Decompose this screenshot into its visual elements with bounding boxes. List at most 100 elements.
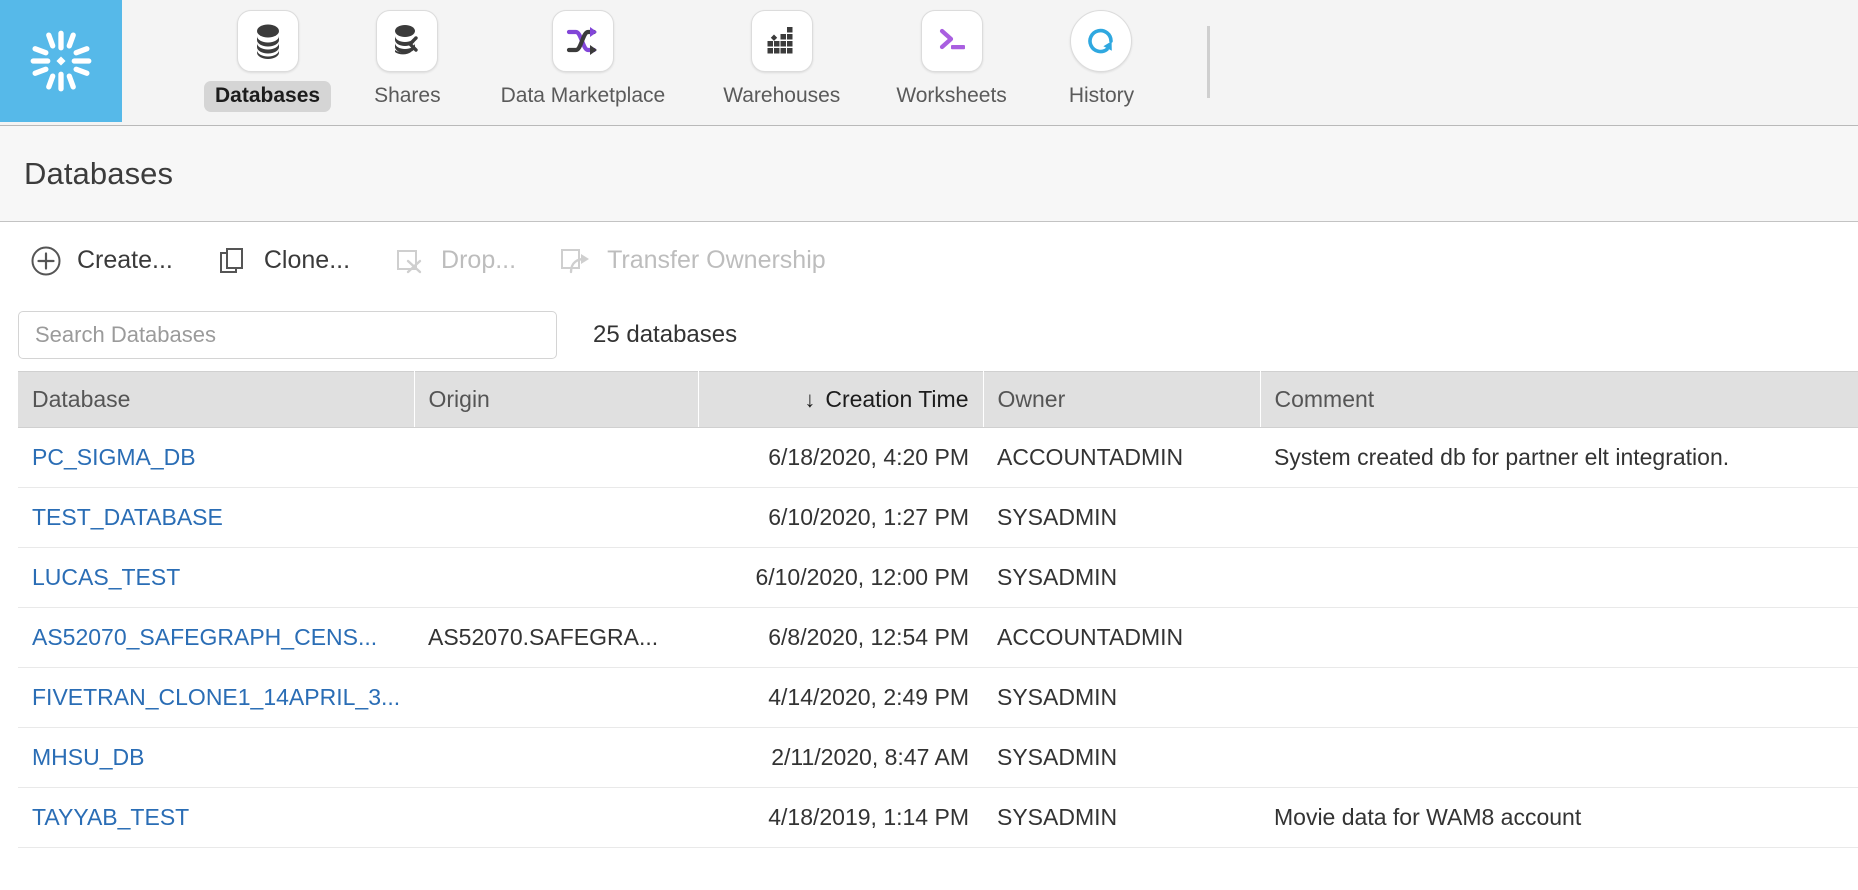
column-header-owner[interactable]: Owner (983, 372, 1260, 428)
snowflake-logo-icon (23, 23, 99, 99)
search-input[interactable] (18, 311, 557, 359)
cell-comment (1260, 668, 1858, 728)
terminal-prompt-icon (921, 10, 983, 72)
table-body: PC_SIGMA_DB 6/18/2020, 4:20 PM ACCOUNTAD… (18, 428, 1858, 848)
tab-shares[interactable]: Shares (363, 0, 452, 112)
cell-database: LUCAS_TEST (18, 548, 414, 608)
sort-descending-arrow-icon: ↓ (804, 387, 815, 412)
cell-comment (1260, 608, 1858, 668)
column-header-comment-label: Comment (1275, 386, 1375, 412)
page-title: Databases (24, 156, 173, 192)
box-x-icon (392, 243, 428, 279)
cell-origin (414, 668, 698, 728)
history-refresh-icon (1070, 10, 1132, 72)
cell-database: PC_SIGMA_DB (18, 428, 414, 488)
cell-comment (1260, 728, 1858, 788)
cell-owner: SYSADMIN (983, 548, 1260, 608)
cell-owner: SYSADMIN (983, 728, 1260, 788)
table-row[interactable]: AS52070_SAFEGRAPH_CENS... AS52070.SAFEGR… (18, 608, 1858, 668)
cell-owner: SYSADMIN (983, 488, 1260, 548)
databases-table: Database Origin ↓Creation Time Owner Com… (18, 371, 1858, 848)
create-button[interactable]: Create... (28, 243, 173, 279)
tab-data-marketplace-label: Data Marketplace (490, 81, 677, 112)
table-row[interactable]: TAYYAB_TEST 4/18/2019, 1:14 PM SYSADMIN … (18, 788, 1858, 848)
nav-tab-list: Databases Shares (122, 0, 1210, 122)
cell-comment (1260, 548, 1858, 608)
cell-origin (414, 788, 698, 848)
cell-database: TAYYAB_TEST (18, 788, 414, 848)
clone-button[interactable]: Clone... (215, 243, 350, 279)
database-link[interactable]: LUCAS_TEST (32, 564, 180, 590)
cell-creation-time: 2/11/2020, 8:47 AM (698, 728, 983, 788)
drop-button[interactable]: Drop... (392, 243, 516, 279)
database-link[interactable]: TAYYAB_TEST (32, 804, 189, 830)
cell-comment: Movie data for WAM8 account (1260, 788, 1858, 848)
tab-warehouses[interactable]: Warehouses (712, 0, 851, 112)
tab-worksheets-label: Worksheets (885, 81, 1018, 112)
cell-database: FIVETRAN_CLONE1_14APRIL_3... (18, 668, 414, 728)
tab-history[interactable]: History (1058, 0, 1145, 112)
tab-databases[interactable]: Databases (204, 0, 331, 112)
database-count-label: 25 databases (593, 321, 737, 349)
tab-shares-label: Shares (363, 81, 452, 112)
table-row[interactable]: PC_SIGMA_DB 6/18/2020, 4:20 PM ACCOUNTAD… (18, 428, 1858, 488)
table-row[interactable]: TEST_DATABASE 6/10/2020, 1:27 PM SYSADMI… (18, 488, 1858, 548)
cell-owner: ACCOUNTADMIN (983, 428, 1260, 488)
column-header-database[interactable]: Database (18, 372, 414, 428)
cell-creation-time: 4/14/2020, 2:49 PM (698, 668, 983, 728)
clone-button-label: Clone... (264, 246, 350, 275)
transfer-ownership-button[interactable]: Transfer Ownership (558, 243, 826, 279)
table-row[interactable]: FIVETRAN_CLONE1_14APRIL_3... 4/14/2020, … (18, 668, 1858, 728)
table-row[interactable]: MHSU_DB 2/11/2020, 8:47 AM SYSADMIN (18, 728, 1858, 788)
database-link[interactable]: MHSU_DB (32, 744, 144, 770)
cell-creation-time: 6/18/2020, 4:20 PM (698, 428, 983, 488)
shuffle-arrows-icon (552, 10, 614, 72)
cell-origin (414, 428, 698, 488)
column-header-creation-time[interactable]: ↓Creation Time (698, 372, 983, 428)
cell-owner: SYSADMIN (983, 668, 1260, 728)
snowflake-logo[interactable] (0, 0, 122, 122)
drop-button-label: Drop... (441, 246, 516, 275)
column-header-origin[interactable]: Origin (414, 372, 698, 428)
databases-table-container: Database Origin ↓Creation Time Owner Com… (0, 371, 1858, 848)
action-toolbar: Create... Clone... Drop... Trans (0, 222, 1858, 299)
cell-origin (414, 488, 698, 548)
table-header: Database Origin ↓Creation Time Owner Com… (18, 372, 1858, 428)
box-arrow-icon (558, 243, 594, 279)
database-link[interactable]: PC_SIGMA_DB (32, 444, 196, 470)
warehouse-grid-icon (751, 10, 813, 72)
table-row[interactable]: LUCAS_TEST 6/10/2020, 12:00 PM SYSADMIN (18, 548, 1858, 608)
cell-creation-time: 6/10/2020, 12:00 PM (698, 548, 983, 608)
table-header-row: Database Origin ↓Creation Time Owner Com… (18, 372, 1858, 428)
column-header-origin-label: Origin (429, 386, 490, 412)
database-link[interactable]: TEST_DATABASE (32, 504, 223, 530)
cell-origin (414, 548, 698, 608)
cell-database: MHSU_DB (18, 728, 414, 788)
cell-database: AS52070_SAFEGRAPH_CENS... (18, 608, 414, 668)
tab-data-marketplace[interactable]: Data Marketplace (490, 0, 677, 112)
cell-comment: System created db for partner elt integr… (1260, 428, 1858, 488)
database-link[interactable]: AS52070_SAFEGRAPH_CENS... (32, 624, 377, 650)
search-row: 25 databases (0, 299, 1858, 371)
cell-creation-time: 4/18/2019, 1:14 PM (698, 788, 983, 848)
tab-history-label: History (1058, 81, 1145, 112)
plus-circle-icon (28, 243, 64, 279)
cell-creation-time: 6/10/2020, 1:27 PM (698, 488, 983, 548)
tab-databases-label: Databases (204, 81, 331, 112)
database-link[interactable]: FIVETRAN_CLONE1_14APRIL_3... (32, 684, 400, 710)
column-header-database-label: Database (32, 386, 130, 412)
tab-warehouses-label: Warehouses (712, 81, 851, 112)
top-navigation-bar: Databases Shares (0, 0, 1858, 126)
shares-stack-icon (376, 10, 438, 72)
cell-database: TEST_DATABASE (18, 488, 414, 548)
tab-worksheets[interactable]: Worksheets (885, 0, 1018, 112)
cell-origin (414, 728, 698, 788)
create-button-label: Create... (77, 246, 173, 275)
copy-icon (215, 243, 251, 279)
column-header-owner-label: Owner (998, 386, 1066, 412)
cell-owner: SYSADMIN (983, 788, 1260, 848)
column-header-comment[interactable]: Comment (1260, 372, 1858, 428)
nav-divider (1207, 26, 1210, 98)
page-header: Databases (0, 126, 1858, 222)
cell-creation-time: 6/8/2020, 12:54 PM (698, 608, 983, 668)
